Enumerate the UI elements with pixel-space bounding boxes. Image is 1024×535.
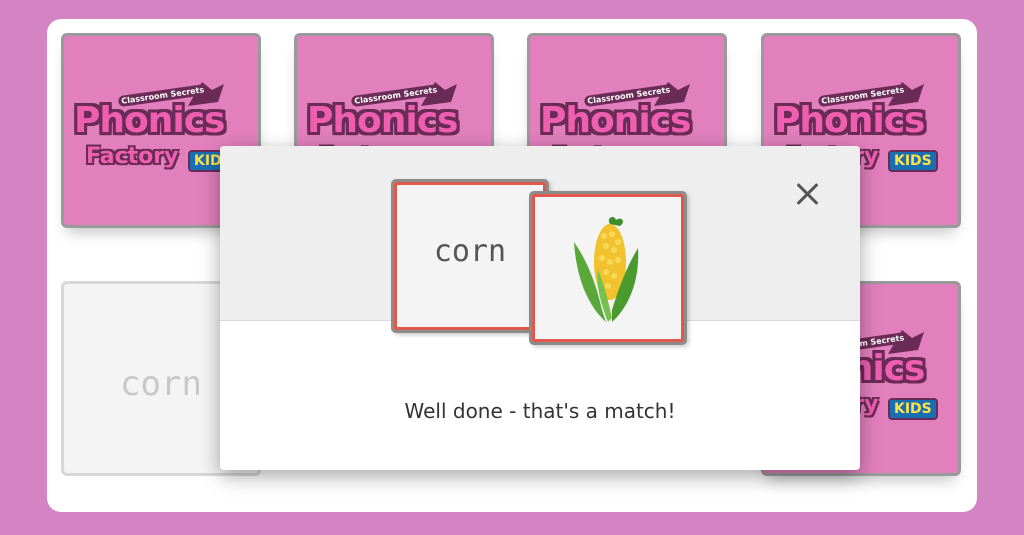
matched-word-card: corn [391, 179, 549, 333]
close-icon[interactable] [794, 180, 822, 208]
match-dialog: corn Well done - that's a match! [220, 146, 860, 470]
matched-word: corn [433, 234, 507, 269]
matched-picture-card [529, 191, 687, 345]
corn-icon [574, 217, 639, 322]
match-message: Well done - that's a match! [404, 399, 676, 423]
